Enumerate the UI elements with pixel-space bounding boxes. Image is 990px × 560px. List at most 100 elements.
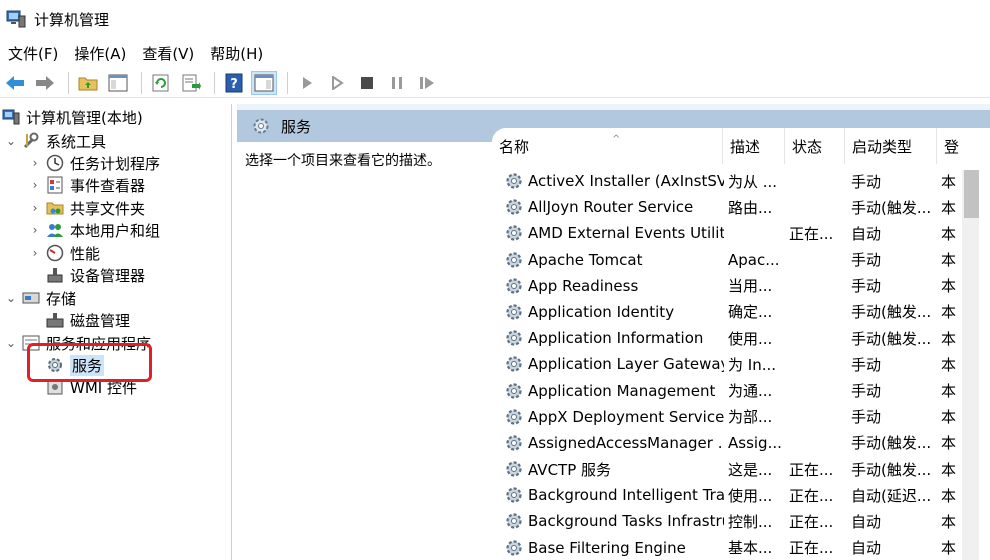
service-name-cell: Application Layer Gateway ... bbox=[504, 351, 724, 377]
service-startup-type: 自动 bbox=[851, 539, 882, 558]
column-header-logon[interactable]: 登 bbox=[937, 128, 977, 164]
gear-icon bbox=[504, 197, 524, 217]
service-logon: 本 bbox=[941, 408, 957, 427]
service-description: 控制... bbox=[728, 512, 773, 531]
help-icon[interactable]: ? bbox=[221, 71, 247, 95]
table-row[interactable]: AllJoyn Router Service 路由... 手动(触发... 本 bbox=[492, 194, 967, 220]
column-label: 描述 bbox=[730, 137, 761, 156]
service-name: Application Layer Gateway ... bbox=[528, 355, 724, 374]
service-logon: 本 bbox=[941, 460, 957, 479]
table-row[interactable]: Application Management 为通... 手动 本 bbox=[492, 378, 967, 404]
sort-ascending-icon: ^ bbox=[612, 134, 621, 145]
back-arrow-icon[interactable] bbox=[2, 71, 28, 95]
gear-icon bbox=[504, 250, 524, 270]
table-row[interactable]: Background Tasks Infrastru... 控制... 正在..… bbox=[492, 508, 967, 534]
service-description: 为部... bbox=[728, 408, 773, 427]
column-header-description[interactable]: 描述 bbox=[723, 128, 785, 164]
chevron-down-icon[interactable]: ⌄ bbox=[4, 336, 18, 350]
column-header-row: 名称 ^ 描述 状态 启动类型 登 bbox=[492, 128, 990, 164]
table-row[interactable]: Application Layer Gateway ... 为 In... 手动… bbox=[492, 351, 967, 377]
menu-file[interactable]: 文件(F) bbox=[0, 43, 66, 64]
panel-title: 服务 bbox=[281, 117, 312, 136]
service-name: Application Identity bbox=[528, 302, 675, 321]
tree-label: 磁盘管理 bbox=[70, 311, 131, 330]
gear-icon bbox=[504, 223, 524, 243]
tree-item-device-manager[interactable]: 设备管理器 bbox=[46, 264, 145, 286]
service-status bbox=[789, 273, 845, 299]
scrollbar-thumb[interactable] bbox=[964, 170, 979, 218]
tree-item-local-users[interactable]: › 本地用户和组 bbox=[28, 219, 160, 241]
service-startup-type: 手动 bbox=[851, 277, 882, 296]
service-name-cell: Background Intelligent Tra... bbox=[504, 482, 724, 508]
column-header-name[interactable]: 名称 bbox=[492, 128, 723, 164]
tree-item-disk-management[interactable]: 磁盘管理 bbox=[46, 309, 130, 331]
toolbar-separator bbox=[141, 71, 142, 94]
toolbar-separator bbox=[214, 71, 215, 94]
vertical-scrollbar[interactable] bbox=[962, 170, 979, 560]
console-tree-icon[interactable] bbox=[105, 71, 131, 95]
table-row[interactable]: AppX Deployment Service ... 为部... 手动 本 bbox=[492, 404, 967, 430]
chevron-right-icon[interactable]: › bbox=[28, 201, 42, 215]
chevron-down-icon[interactable]: ⌄ bbox=[4, 291, 18, 305]
service-name-cell: Application Management bbox=[504, 378, 724, 404]
stop-service-icon[interactable] bbox=[354, 71, 380, 95]
service-startup-type: 手动(触发... bbox=[851, 434, 932, 453]
menu-view[interactable]: 查看(V) bbox=[134, 43, 202, 64]
tree-item-system-tools[interactable]: ⌄ 系统工具 bbox=[4, 130, 106, 152]
table-row[interactable]: Application Identity 确定... 手动(触发... 本 bbox=[492, 299, 967, 325]
start-service-icon[interactable] bbox=[294, 71, 320, 95]
table-row[interactable]: AVCTP 服务 这是... 正在... 手动(触发... 本 bbox=[492, 456, 967, 482]
table-row[interactable]: Application Information 使用... 手动(触发... 本 bbox=[492, 325, 967, 351]
gear-icon bbox=[504, 276, 524, 296]
service-name-cell: Application Identity bbox=[504, 299, 724, 325]
services-rows: ActiveX Installer (AxInstSV) 为从 ... 手动 本… bbox=[492, 168, 967, 560]
chevron-right-icon[interactable]: › bbox=[28, 156, 42, 170]
service-name: Application Information bbox=[528, 329, 704, 348]
service-name-cell: Application Information bbox=[504, 325, 724, 351]
chevron-right-icon[interactable]: › bbox=[28, 178, 42, 192]
table-row[interactable]: ActiveX Installer (AxInstSV) 为从 ... 手动 本 bbox=[492, 168, 967, 194]
export-list-icon[interactable] bbox=[178, 71, 204, 95]
pause-service-icon[interactable] bbox=[384, 71, 410, 95]
tree-item-event-viewer[interactable]: › 事件查看器 bbox=[28, 174, 145, 196]
menu-action[interactable]: 操作(A) bbox=[66, 43, 134, 64]
table-row[interactable]: Background Intelligent Tra... 使用... 正在..… bbox=[492, 482, 967, 508]
tree-item-storage[interactable]: ⌄ 存储 bbox=[4, 287, 76, 309]
show-action-pane-icon[interactable] bbox=[251, 70, 277, 95]
table-row[interactable]: AssignedAccessManager ... Assig... 手动(触发… bbox=[492, 430, 967, 456]
column-header-status[interactable]: 状态 bbox=[785, 128, 845, 164]
menu-help[interactable]: 帮助(H) bbox=[202, 43, 271, 64]
service-startup-type: 自动(延迟... bbox=[851, 486, 932, 505]
table-row[interactable]: Base Filtering Engine 基本... 正在... 自动 本 bbox=[492, 535, 967, 560]
table-row[interactable]: App Readiness 当用... 手动 本 bbox=[492, 273, 967, 299]
start-paused-icon[interactable] bbox=[324, 71, 350, 95]
service-description: 基本... bbox=[728, 539, 773, 558]
tree-item-task-scheduler[interactable]: › 任务计划程序 bbox=[28, 152, 160, 174]
chevron-down-icon[interactable]: ⌄ bbox=[4, 134, 18, 148]
event-viewer-icon bbox=[46, 176, 64, 194]
tree-item-shared-folders[interactable]: › 共享文件夹 bbox=[28, 197, 145, 219]
users-icon bbox=[46, 221, 64, 239]
service-name-cell: App Readiness bbox=[504, 273, 724, 299]
storage-icon bbox=[22, 289, 40, 307]
computer-management-icon bbox=[2, 108, 20, 126]
service-name: AVCTP 服务 bbox=[528, 460, 612, 479]
refresh-icon[interactable] bbox=[148, 71, 174, 95]
chevron-right-icon[interactable]: › bbox=[28, 246, 42, 260]
column-header-startup-type[interactable]: 启动类型 bbox=[845, 128, 937, 164]
gear-icon bbox=[504, 511, 524, 531]
restart-service-icon[interactable] bbox=[414, 71, 440, 95]
device-manager-icon bbox=[46, 266, 64, 284]
forward-arrow-icon[interactable] bbox=[32, 71, 58, 95]
service-status bbox=[789, 194, 845, 220]
service-name: AllJoyn Router Service bbox=[528, 198, 694, 217]
table-row[interactable]: AMD External Events Utility 正在... 自动 本 bbox=[492, 220, 967, 246]
service-name: Application Management bbox=[528, 381, 716, 400]
folder-up-icon[interactable] bbox=[75, 71, 101, 95]
service-startup-type: 手动 bbox=[851, 408, 882, 427]
table-row[interactable]: Apache Tomcat Apac... 手动 本 bbox=[492, 247, 967, 273]
chevron-right-icon[interactable]: › bbox=[28, 223, 42, 237]
tree-item-performance[interactable]: › 性能 bbox=[28, 242, 100, 264]
tree-item-root[interactable]: 计算机管理(本地) bbox=[2, 106, 143, 128]
tree-label: 事件查看器 bbox=[70, 176, 146, 195]
